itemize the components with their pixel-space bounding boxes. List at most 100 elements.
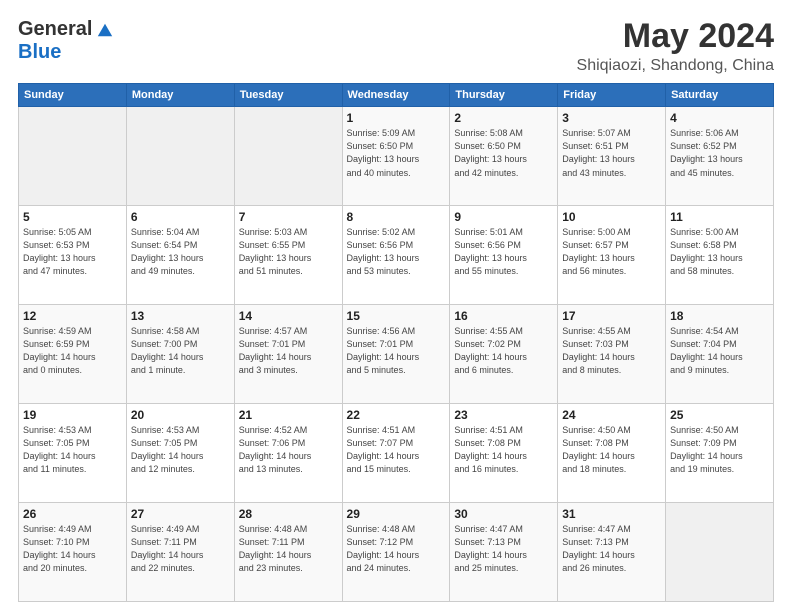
day-number: 16	[454, 309, 553, 323]
calendar-cell: 8 Sunrise: 5:02 AM Sunset: 6:56 PM Daylig…	[342, 206, 450, 305]
col-monday: Monday	[126, 84, 234, 107]
calendar-cell: 15 Sunrise: 4:56 AM Sunset: 7:01 PM Dayli…	[342, 305, 450, 404]
calendar-cell: 11 Sunrise: 5:00 AM Sunset: 6:58 PM Dayli…	[666, 206, 774, 305]
day-number: 10	[562, 210, 661, 224]
calendar-header-row: Sunday Monday Tuesday Wednesday Thursday…	[19, 84, 774, 107]
header: General Blue May 2024 Shiqiaozi, Shandon…	[18, 18, 774, 75]
day-number: 26	[23, 507, 122, 521]
day-info: Sunrise: 5:02 AM Sunset: 6:56 PM Dayligh…	[347, 226, 446, 278]
logo-general-text: General	[18, 18, 92, 41]
calendar-cell	[666, 503, 774, 602]
day-info: Sunrise: 5:00 AM Sunset: 6:58 PM Dayligh…	[670, 226, 769, 278]
calendar-week-3: 19 Sunrise: 4:53 AM Sunset: 7:05 PM Dayli…	[19, 404, 774, 503]
day-info: Sunrise: 4:48 AM Sunset: 7:12 PM Dayligh…	[347, 523, 446, 575]
day-number: 1	[347, 111, 446, 125]
day-number: 8	[347, 210, 446, 224]
calendar-cell: 4 Sunrise: 5:06 AM Sunset: 6:52 PM Daylig…	[666, 107, 774, 206]
calendar-cell: 27 Sunrise: 4:49 AM Sunset: 7:11 PM Dayli…	[126, 503, 234, 602]
calendar-cell	[19, 107, 127, 206]
day-info: Sunrise: 4:55 AM Sunset: 7:03 PM Dayligh…	[562, 325, 661, 377]
day-number: 23	[454, 408, 553, 422]
calendar-cell: 9 Sunrise: 5:01 AM Sunset: 6:56 PM Daylig…	[450, 206, 558, 305]
day-info: Sunrise: 5:06 AM Sunset: 6:52 PM Dayligh…	[670, 127, 769, 179]
day-number: 2	[454, 111, 553, 125]
col-saturday: Saturday	[666, 84, 774, 107]
day-info: Sunrise: 4:56 AM Sunset: 7:01 PM Dayligh…	[347, 325, 446, 377]
calendar-cell: 1 Sunrise: 5:09 AM Sunset: 6:50 PM Daylig…	[342, 107, 450, 206]
col-tuesday: Tuesday	[234, 84, 342, 107]
day-info: Sunrise: 4:59 AM Sunset: 6:59 PM Dayligh…	[23, 325, 122, 377]
calendar-cell: 14Sunrise: 4:57 AM Sunset: 7:01 PM Dayli…	[234, 305, 342, 404]
logo-blue-text: Blue	[18, 41, 61, 64]
day-info: Sunrise: 5:08 AM Sunset: 6:50 PM Dayligh…	[454, 127, 553, 179]
day-info: Sunrise: 4:52 AM Sunset: 7:06 PM Dayligh…	[239, 424, 338, 476]
calendar-cell: 31 Sunrise: 4:47 AM Sunset: 7:13 PM Dayli…	[558, 503, 666, 602]
day-number: 5	[23, 210, 122, 224]
calendar-cell: 3Sunrise: 5:07 AM Sunset: 6:51 PM Daylig…	[558, 107, 666, 206]
logo-icon	[96, 21, 114, 39]
title-block: May 2024 Shiqiaozi, Shandong, China	[577, 18, 774, 75]
col-thursday: Thursday	[450, 84, 558, 107]
day-info: Sunrise: 5:09 AM Sunset: 6:50 PM Dayligh…	[347, 127, 446, 179]
day-number: 27	[131, 507, 230, 521]
day-info: Sunrise: 4:49 AM Sunset: 7:11 PM Dayligh…	[131, 523, 230, 575]
page: General Blue May 2024 Shiqiaozi, Shandon…	[0, 0, 792, 612]
calendar-cell	[234, 107, 342, 206]
location-title: Shiqiaozi, Shandong, China	[577, 57, 774, 75]
day-number: 24	[562, 408, 661, 422]
calendar-table: Sunday Monday Tuesday Wednesday Thursday…	[18, 83, 774, 602]
calendar-cell: 12 Sunrise: 4:59 AM Sunset: 6:59 PM Dayli…	[19, 305, 127, 404]
col-friday: Friday	[558, 84, 666, 107]
day-info: Sunrise: 4:51 AM Sunset: 7:08 PM Dayligh…	[454, 424, 553, 476]
day-number: 3	[562, 111, 661, 125]
day-number: 30	[454, 507, 553, 521]
day-number: 13	[131, 309, 230, 323]
day-number: 4	[670, 111, 769, 125]
day-number: 11	[670, 210, 769, 224]
day-info: Sunrise: 4:51 AM Sunset: 7:07 PM Dayligh…	[347, 424, 446, 476]
day-info: Sunrise: 5:05 AM Sunset: 6:53 PM Dayligh…	[23, 226, 122, 278]
calendar-week-2: 12 Sunrise: 4:59 AM Sunset: 6:59 PM Dayli…	[19, 305, 774, 404]
day-info: Sunrise: 4:49 AM Sunset: 7:10 PM Dayligh…	[23, 523, 122, 575]
calendar-cell: 25 Sunrise: 4:50 AM Sunset: 7:09 PM Dayli…	[666, 404, 774, 503]
day-info: Sunrise: 5:04 AM Sunset: 6:54 PM Dayligh…	[131, 226, 230, 278]
day-info: Sunrise: 5:01 AM Sunset: 6:56 PM Dayligh…	[454, 226, 553, 278]
day-number: 12	[23, 309, 122, 323]
day-info: Sunrise: 4:48 AM Sunset: 7:11 PM Dayligh…	[239, 523, 338, 575]
day-number: 9	[454, 210, 553, 224]
calendar-cell: 29Sunrise: 4:48 AM Sunset: 7:12 PM Dayli…	[342, 503, 450, 602]
calendar-cell: 6 Sunrise: 5:04 AM Sunset: 6:54 PM Daylig…	[126, 206, 234, 305]
day-info: Sunrise: 5:03 AM Sunset: 6:55 PM Dayligh…	[239, 226, 338, 278]
col-wednesday: Wednesday	[342, 84, 450, 107]
day-info: Sunrise: 4:47 AM Sunset: 7:13 PM Dayligh…	[562, 523, 661, 575]
calendar-cell: 21Sunrise: 4:52 AM Sunset: 7:06 PM Dayli…	[234, 404, 342, 503]
day-info: Sunrise: 4:53 AM Sunset: 7:05 PM Dayligh…	[23, 424, 122, 476]
calendar-cell: 26 Sunrise: 4:49 AM Sunset: 7:10 PM Dayli…	[19, 503, 127, 602]
day-number: 28	[239, 507, 338, 521]
day-number: 7	[239, 210, 338, 224]
day-number: 15	[347, 309, 446, 323]
day-number: 20	[131, 408, 230, 422]
calendar-cell: 16 Sunrise: 4:55 AM Sunset: 7:02 PM Dayli…	[450, 305, 558, 404]
day-info: Sunrise: 5:00 AM Sunset: 6:57 PM Dayligh…	[562, 226, 661, 278]
col-sunday: Sunday	[19, 84, 127, 107]
day-info: Sunrise: 4:53 AM Sunset: 7:05 PM Dayligh…	[131, 424, 230, 476]
day-info: Sunrise: 4:55 AM Sunset: 7:02 PM Dayligh…	[454, 325, 553, 377]
day-number: 18	[670, 309, 769, 323]
day-number: 22	[347, 408, 446, 422]
day-info: Sunrise: 4:50 AM Sunset: 7:08 PM Dayligh…	[562, 424, 661, 476]
day-number: 25	[670, 408, 769, 422]
day-info: Sunrise: 4:50 AM Sunset: 7:09 PM Dayligh…	[670, 424, 769, 476]
calendar-cell: 24 Sunrise: 4:50 AM Sunset: 7:08 PM Dayli…	[558, 404, 666, 503]
logo: General Blue	[18, 18, 114, 64]
calendar-cell: 18Sunrise: 4:54 AM Sunset: 7:04 PM Dayli…	[666, 305, 774, 404]
calendar-cell: 20 Sunrise: 4:53 AM Sunset: 7:05 PM Dayli…	[126, 404, 234, 503]
day-number: 31	[562, 507, 661, 521]
day-number: 6	[131, 210, 230, 224]
day-number: 19	[23, 408, 122, 422]
calendar-cell: 17 Sunrise: 4:55 AM Sunset: 7:03 PM Dayli…	[558, 305, 666, 404]
day-number: 17	[562, 309, 661, 323]
day-info: Sunrise: 4:57 AM Sunset: 7:01 PM Dayligh…	[239, 325, 338, 377]
calendar-cell: 30Sunrise: 4:47 AM Sunset: 7:13 PM Dayli…	[450, 503, 558, 602]
calendar-cell: 22 Sunrise: 4:51 AM Sunset: 7:07 PM Dayli…	[342, 404, 450, 503]
